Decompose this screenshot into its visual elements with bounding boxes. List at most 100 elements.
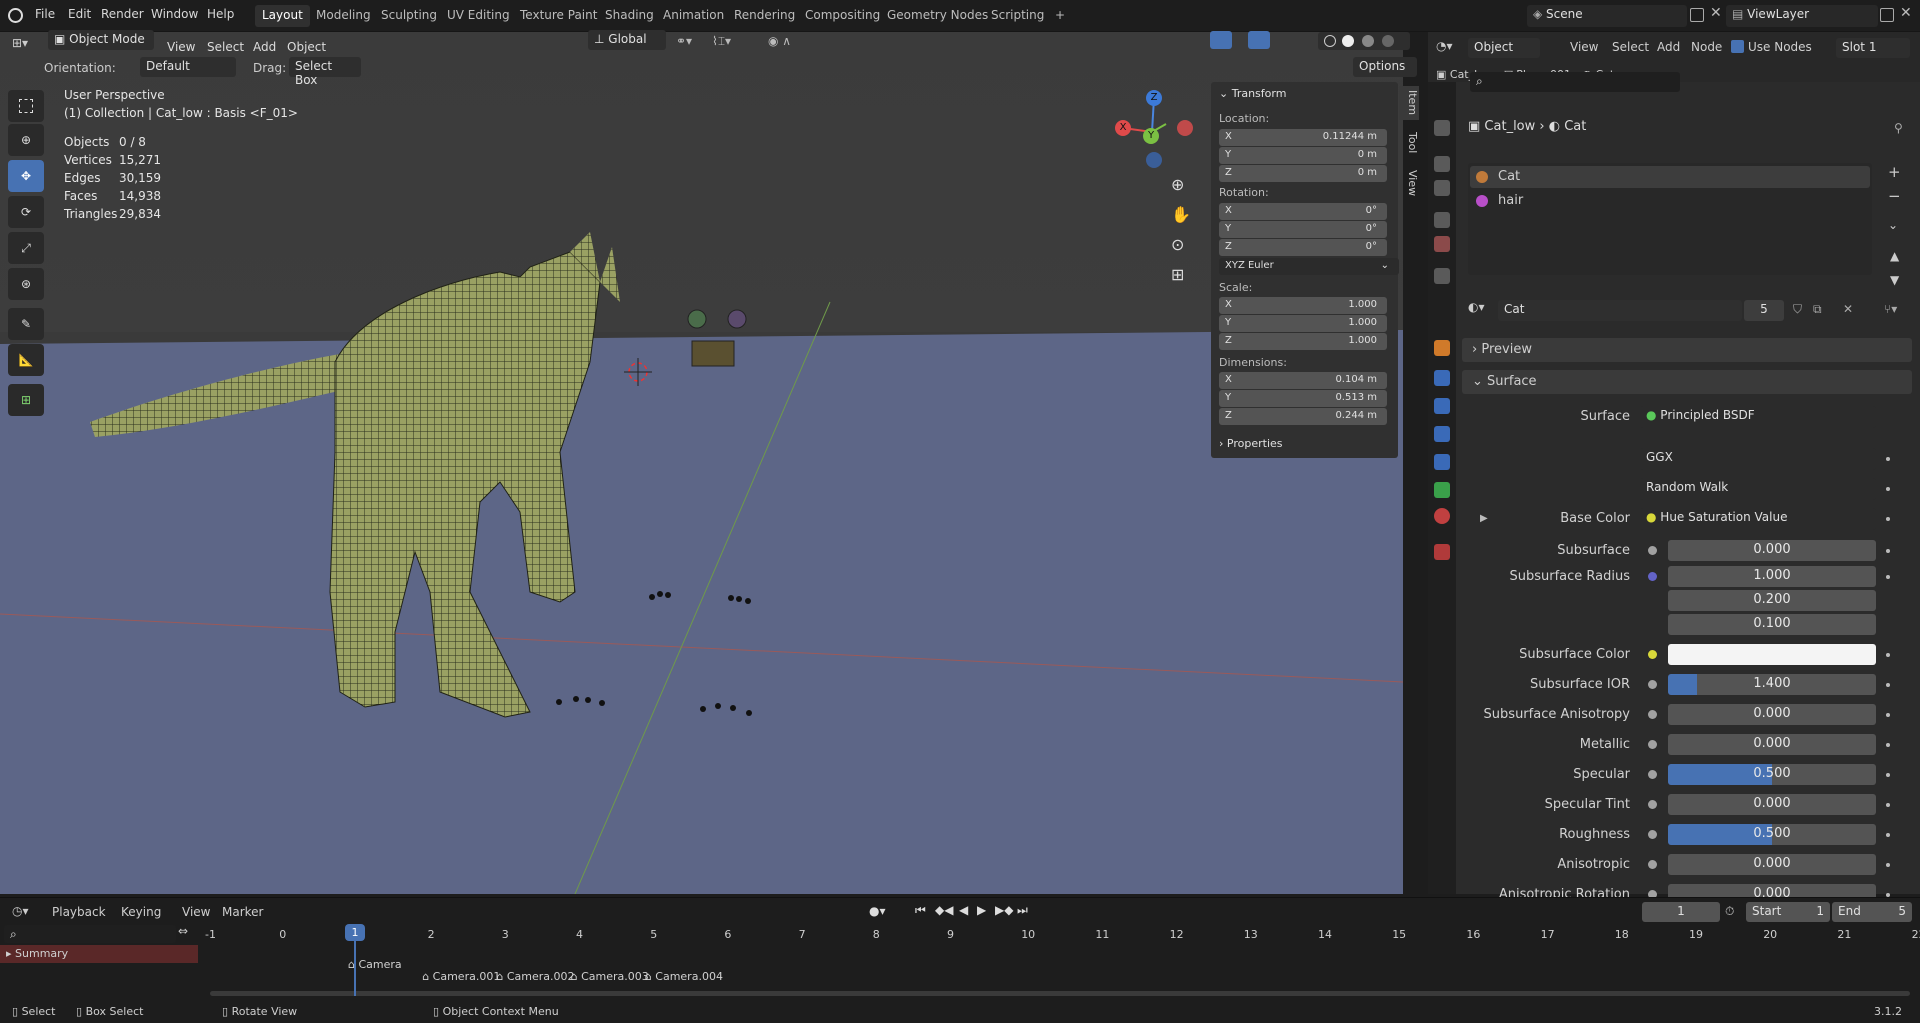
distribution-dropdown[interactable]: GGX xyxy=(1640,448,1876,470)
end-frame-field[interactable]: End 5 xyxy=(1832,902,1912,922)
add-workspace-button[interactable]: + xyxy=(1048,5,1072,27)
jump-start-icon[interactable]: ⏮ xyxy=(915,903,926,918)
property-value-field[interactable]: 1.400 xyxy=(1668,674,1876,695)
keyframe-dot[interactable] xyxy=(1886,713,1890,717)
node-link-icon[interactable]: ⑂▾ xyxy=(1884,302,1897,316)
navigation-gizmo[interactable]: Z X Y xyxy=(1115,88,1195,168)
move-slot-up-button[interactable]: ▲ xyxy=(1890,249,1899,263)
playhead[interactable]: 1 xyxy=(345,924,365,941)
keyframe-dot[interactable] xyxy=(1886,863,1890,867)
unlink-material-icon[interactable]: ✕ xyxy=(1843,302,1853,316)
rotation-z-field[interactable]: Z 0° xyxy=(1219,239,1387,256)
property-value-field[interactable]: 0.500 xyxy=(1668,824,1876,845)
pan-hand-icon[interactable]: ✋ xyxy=(1171,205,1191,224)
material-slot-item[interactable]: Cat xyxy=(1470,166,1870,188)
new-scene-icon[interactable] xyxy=(1690,8,1704,22)
move-tool[interactable]: ✥ xyxy=(8,160,44,192)
modifier-tab-icon[interactable] xyxy=(1434,370,1450,386)
property-value-field[interactable]: 0.000 xyxy=(1668,794,1876,815)
editor-type-icon[interactable]: ⊞▾ xyxy=(12,36,28,50)
property-value-field[interactable]: 0.100 xyxy=(1668,614,1876,635)
dimensions-y-field[interactable]: Y 0.513 m xyxy=(1219,390,1387,407)
properties-section-header[interactable]: › Properties xyxy=(1211,433,1398,455)
tab-tool[interactable]: Tool xyxy=(1399,126,1419,160)
jump-end-icon[interactable]: ⏭ xyxy=(1017,903,1028,918)
subsurface-method-dropdown[interactable]: Random Walk xyxy=(1640,478,1876,500)
tab-uv-editing[interactable]: UV Editing xyxy=(440,5,517,27)
keyframe-dot[interactable] xyxy=(1886,575,1890,579)
rotation-y-field[interactable]: Y 0° xyxy=(1219,221,1387,238)
material-slot-item[interactable]: hair xyxy=(1470,190,1870,212)
input-socket-icon[interactable] xyxy=(1648,546,1657,555)
tab-rendering[interactable]: Rendering xyxy=(727,5,802,27)
viewlayer-selector[interactable]: ▤ ViewLayer xyxy=(1726,5,1878,27)
record-icon[interactable]: ●▾ xyxy=(869,904,886,918)
scale-z-field[interactable]: Z 1.000 xyxy=(1219,333,1387,350)
slot-dropdown[interactable]: Slot 1 xyxy=(1836,38,1910,58)
fake-user-icon[interactable]: ⛉ xyxy=(1793,302,1802,317)
keyframe-dot[interactable] xyxy=(1886,743,1890,747)
delete-scene-icon[interactable]: ✕ xyxy=(1710,5,1722,21)
camera-marker[interactable]: ⌂ Camera.004 xyxy=(645,970,723,983)
physics-tab-icon[interactable] xyxy=(1434,426,1450,442)
location-z-field[interactable]: Z 0 m xyxy=(1219,165,1387,182)
timeline-menu-playback[interactable]: Playback xyxy=(52,905,106,919)
node-menu-view[interactable]: View xyxy=(1570,40,1598,54)
cursor-tool[interactable]: ⊕ xyxy=(8,124,44,156)
material-shading-icon[interactable] xyxy=(1362,35,1374,47)
editor-type-icon[interactable]: ◔▾ xyxy=(1436,39,1453,53)
surface-shader-field[interactable]: ● Principled BSDF xyxy=(1640,406,1876,428)
property-value-field[interactable]: 1.000 xyxy=(1668,566,1876,587)
camera-marker[interactable]: ⌂ Camera.002 xyxy=(496,970,574,983)
keyframe-dot[interactable] xyxy=(1886,773,1890,777)
input-socket-icon[interactable] xyxy=(1648,770,1657,779)
transform-section-header[interactable]: ⌄ Transform xyxy=(1219,87,1286,100)
orientation-dropdown[interactable]: Default xyxy=(140,57,236,77)
dimensions-x-field[interactable]: X 0.104 m xyxy=(1219,372,1387,389)
property-value-field[interactable]: 0.000 xyxy=(1668,734,1876,755)
surface-panel-header[interactable]: ⌄ Surface xyxy=(1462,370,1912,394)
tab-item[interactable]: Item xyxy=(1399,86,1419,120)
dimensions-z-field[interactable]: Z 0.244 m xyxy=(1219,408,1387,425)
camera-view-icon[interactable]: ⊙ xyxy=(1171,235,1184,254)
menu-file[interactable]: File xyxy=(35,7,55,21)
stopwatch-icon[interactable]: ⏱ xyxy=(1725,904,1734,919)
menu-edit[interactable]: Edit xyxy=(68,7,91,21)
vp-menu-select[interactable]: Select xyxy=(207,40,244,54)
viewport-shading-buttons[interactable] xyxy=(1318,32,1410,50)
property-value-field[interactable]: 0.000 xyxy=(1668,540,1876,561)
material-browse-icon[interactable]: ◐▾ xyxy=(1468,300,1485,314)
menu-help[interactable]: Help xyxy=(207,7,234,21)
use-nodes-checkbox[interactable] xyxy=(1731,40,1744,53)
property-value-field[interactable]: 0.500 xyxy=(1668,764,1876,785)
shader-type-dropdown[interactable]: Object xyxy=(1468,38,1540,58)
vp-menu-add[interactable]: Add xyxy=(253,40,276,54)
scene-selector[interactable]: ◈ Scene xyxy=(1527,5,1687,27)
zoom-icon[interactable]: ⊕ xyxy=(1171,175,1184,194)
location-x-field[interactable]: X 0.11244 m xyxy=(1219,129,1387,146)
input-socket-icon[interactable] xyxy=(1648,800,1657,809)
slot-specials-button[interactable]: ⌄ xyxy=(1888,218,1898,232)
constraints-tab-icon[interactable] xyxy=(1434,454,1450,470)
camera-marker[interactable]: ⌂ Camera.003 xyxy=(571,970,649,983)
editor-type-icon[interactable]: ◷▾ xyxy=(12,904,29,918)
select-box-tool[interactable] xyxy=(8,90,44,122)
base-color-input[interactable]: ● Hue Saturation Value xyxy=(1640,508,1876,530)
camera-marker[interactable]: ⌂ Camera xyxy=(348,958,402,971)
duplicate-material-icon[interactable]: ⧉ xyxy=(1813,302,1822,317)
view-layer-tab-icon[interactable] xyxy=(1434,212,1450,228)
delete-viewlayer-icon[interactable]: ✕ xyxy=(1900,5,1912,21)
scale-x-field[interactable]: X 1.000 xyxy=(1219,297,1387,314)
summary-row[interactable]: ▸ Summary xyxy=(0,945,198,963)
subsurface-color-swatch[interactable] xyxy=(1668,644,1876,665)
new-viewlayer-icon[interactable] xyxy=(1880,8,1894,22)
prev-keyframe-icon[interactable]: ◆◀ xyxy=(935,903,953,917)
input-socket-icon[interactable] xyxy=(1648,740,1657,749)
ortho-grid-icon[interactable]: ⊞ xyxy=(1171,265,1184,284)
tab-layout[interactable]: Layout xyxy=(255,5,310,27)
tab-geometry-nodes[interactable]: Geometry Nodes xyxy=(880,5,995,27)
sync-icon[interactable]: ⇔ xyxy=(178,924,188,938)
measure-tool[interactable]: 📐 xyxy=(8,344,44,376)
vp-menu-object[interactable]: Object xyxy=(287,40,326,54)
tab-sculpting[interactable]: Sculpting xyxy=(374,5,444,27)
